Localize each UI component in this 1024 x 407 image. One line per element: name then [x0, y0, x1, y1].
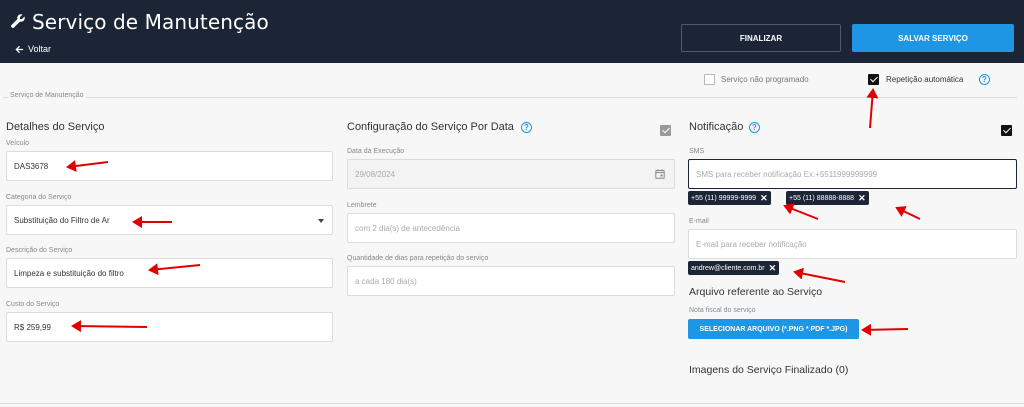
notificacao-title: Notificação — [689, 121, 744, 133]
email-label: E-mail — [689, 218, 709, 225]
calendar-icon[interactable] — [655, 169, 665, 179]
nao-programado-label: Serviço não programado — [721, 75, 809, 84]
question-circle-icon[interactable]: ? — [979, 74, 990, 85]
sms-chip-label: +55 (11) 99999-9999 — [691, 194, 757, 202]
categoria-select[interactable]: Substituição do Filtro de Ar — [6, 205, 333, 235]
nao-programado-checkbox[interactable] — [704, 74, 715, 85]
email-chip-label: andrew@cliente.com.br — [691, 264, 765, 272]
annotation-arrow — [793, 267, 846, 283]
close-icon[interactable]: ✕ — [769, 263, 777, 273]
repeticao-automatica-checkbox[interactable] — [868, 74, 879, 85]
categoria-value: Substituição do Filtro de Ar — [14, 215, 110, 225]
lembrete-placeholder: com 2 dia(s) de antecedência — [355, 223, 460, 233]
detalhes-title: Detalhes do Serviço — [6, 121, 105, 133]
quantidade-dias-input[interactable]: a cada 180 dia(s) — [347, 266, 675, 296]
sms-label: SMS — [689, 148, 705, 155]
back-link[interactable]: Voltar — [15, 44, 51, 54]
salvar-servico-button[interactable]: SALVAR SERVIÇO — [852, 24, 1014, 52]
page-title: Serviço de Manutenção — [32, 10, 269, 34]
arquivo-title: Arquivo referente ao Serviço — [689, 286, 823, 298]
email-placeholder: E-mail para receber notificação — [696, 239, 807, 249]
lembrete-label: Lembrete — [347, 202, 377, 209]
annotation-arrow — [783, 203, 819, 220]
question-circle-icon[interactable]: ? — [521, 122, 532, 133]
descricao-label: Descrição do Serviço — [6, 247, 73, 254]
data-execucao-input[interactable]: 29/08/2024 — [347, 159, 675, 189]
configuracao-title: Configuração do Serviço Por Data — [347, 121, 514, 133]
descricao-value: Limpeza e substituição do filtro — [14, 268, 124, 278]
email-input[interactable]: E-mail para receber notificação — [688, 229, 1017, 259]
sms-input[interactable]: SMS para receber notificação Ex:+5511999… — [688, 159, 1017, 189]
imagens-title: Imagens do Serviço Finalizado (0) — [689, 364, 849, 376]
selecionar-arquivo-button[interactable]: SELECIONAR ARQUIVO (*.PNG *.PDF *.JPG) — [688, 319, 859, 339]
annotation-arrow — [895, 206, 921, 220]
data-execucao-value: 29/08/2024 — [355, 169, 396, 179]
caret-down-icon — [318, 219, 324, 223]
quantidade-dias-label: Quantidade de dias para repetição do ser… — [347, 255, 489, 262]
veiculo-label: Veículo — [6, 140, 29, 147]
bottom-divider — [0, 403, 1024, 404]
notificacao-checkbox[interactable] — [1001, 125, 1012, 136]
sms-chip: +55 (11) 99999-9999 ✕ — [688, 191, 771, 205]
configuracao-checkbox[interactable] — [660, 125, 671, 136]
veiculo-value: DAS3678 — [14, 161, 49, 171]
repeticao-automatica-label: Repetição automática — [886, 75, 964, 84]
custo-input[interactable]: R$ 259,99 — [6, 312, 333, 342]
sms-chip: +55 (11) 88888-8888 ✕ — [786, 191, 869, 205]
categoria-label: Categoria do Serviço — [6, 194, 72, 201]
fieldset-border — [3, 97, 1017, 98]
close-icon[interactable]: ✕ — [760, 193, 768, 203]
veiculo-input[interactable]: DAS3678 — [6, 151, 333, 181]
wrench-icon — [11, 14, 25, 28]
lembrete-input[interactable]: com 2 dia(s) de antecedência — [347, 213, 675, 243]
nota-fiscal-label: Nota fiscal do serviço — [689, 307, 756, 314]
custo-label: Custo do Serviço — [6, 301, 60, 308]
sms-placeholder: SMS para receber notificação Ex:+5511999… — [696, 169, 878, 179]
back-label: Voltar — [28, 44, 52, 54]
email-chip: andrew@cliente.com.br ✕ — [688, 261, 780, 275]
arrow-left-icon — [15, 45, 24, 53]
finalizar-button[interactable]: FINALIZAR — [681, 24, 841, 52]
custo-value: R$ 259,99 — [14, 322, 51, 332]
sms-chip-label: +55 (11) 88888-8888 — [789, 194, 855, 202]
descricao-input[interactable]: Limpeza e substituição do filtro — [6, 258, 333, 288]
data-execucao-label: Data da Execução — [347, 148, 405, 155]
quantidade-dias-placeholder: a cada 180 dia(s) — [355, 276, 417, 286]
close-icon[interactable]: ✕ — [858, 193, 866, 203]
annotation-arrow — [866, 88, 879, 129]
page-header: Serviço de Manutenção Voltar FINALIZAR S… — [0, 0, 1024, 63]
fieldset-legend: Serviço de Manutenção — [8, 92, 86, 99]
annotation-arrow — [861, 323, 909, 336]
question-circle-icon[interactable]: ? — [749, 122, 760, 133]
